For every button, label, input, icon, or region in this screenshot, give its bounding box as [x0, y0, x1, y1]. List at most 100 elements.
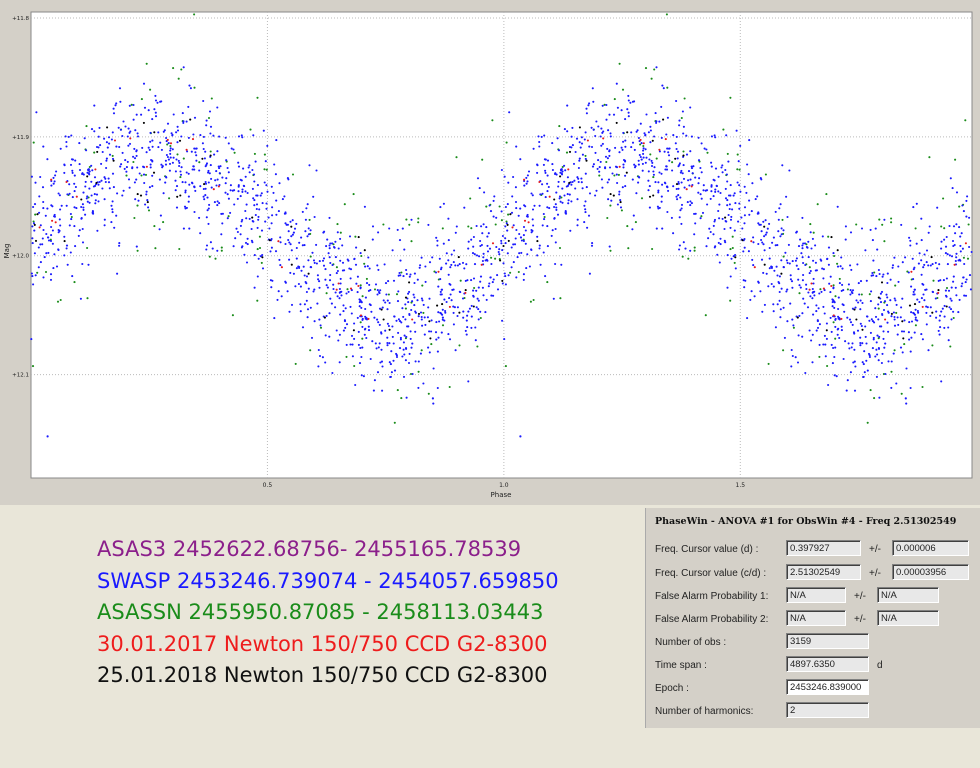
data-point: [411, 372, 414, 376]
data-point: [608, 245, 611, 248]
data-point: [895, 382, 898, 385]
data-point: [202, 135, 205, 138]
data-point: [865, 359, 868, 362]
data-point: [736, 153, 739, 156]
data-point: [59, 298, 62, 302]
data-point: [855, 223, 858, 226]
data-point: [485, 226, 488, 229]
data-point: [209, 132, 212, 135]
data-point: [754, 198, 757, 201]
data-point: [944, 245, 948, 248]
data-point: [463, 206, 466, 209]
data-point: [671, 169, 674, 172]
number-of-harmonics-field[interactable]: 2: [786, 702, 869, 718]
data-point: [393, 315, 396, 318]
data-point: [210, 97, 213, 100]
data-point: [439, 206, 442, 209]
data-point: [801, 256, 804, 259]
data-point: [455, 225, 458, 228]
data-point: [486, 235, 489, 238]
freq-cursor-cd-field[interactable]: 2.51302549: [786, 564, 861, 580]
time-span-field[interactable]: 4897.6350: [786, 656, 869, 672]
data-point: [324, 278, 327, 281]
data-point: [113, 226, 116, 229]
data-point: [388, 342, 391, 345]
data-point: [261, 256, 264, 259]
data-point: [850, 346, 853, 349]
data-point: [259, 194, 262, 197]
data-point: [128, 142, 132, 145]
data-point: [678, 244, 681, 247]
data-point: [32, 220, 35, 223]
freq-cursor-d-error-field[interactable]: 0.000006: [892, 540, 969, 556]
data-point: [427, 223, 430, 226]
data-point: [482, 252, 485, 255]
data-point: [810, 282, 813, 285]
freq-cursor-d-field[interactable]: 0.397927: [786, 540, 861, 556]
data-point: [767, 362, 770, 365]
data-point: [227, 215, 230, 218]
false-alarm-2-field[interactable]: N/A: [786, 610, 846, 626]
data-point: [53, 253, 56, 256]
data-point: [684, 247, 687, 250]
data-point: [621, 88, 625, 91]
data-point: [218, 202, 221, 205]
data-point: [46, 236, 50, 239]
data-point: [136, 249, 139, 252]
data-point: [525, 267, 528, 270]
data-point: [473, 263, 477, 266]
data-point: [880, 290, 884, 293]
data-point: [805, 283, 808, 286]
data-point: [465, 319, 468, 322]
number-of-obs-field[interactable]: 3159: [786, 633, 869, 649]
data-point: [405, 347, 408, 350]
data-point: [801, 216, 804, 219]
row-label: Time span :: [655, 660, 707, 671]
data-point: [830, 343, 833, 346]
data-point: [470, 279, 473, 282]
false-alarm-2-error-field[interactable]: N/A: [877, 610, 939, 626]
data-point: [515, 145, 518, 148]
data-point: [544, 169, 547, 172]
data-point: [413, 281, 416, 285]
x-axis-label: Phase: [491, 491, 512, 499]
data-point: [859, 299, 862, 302]
data-point: [556, 213, 560, 216]
data-point: [851, 323, 854, 326]
freq-cursor-cd-error-field[interactable]: 0.00003956: [892, 564, 969, 580]
data-point: [270, 246, 273, 249]
data-point: [472, 235, 475, 239]
data-point: [524, 242, 527, 245]
data-point: [859, 308, 862, 311]
epoch-input[interactable]: 2453246.839000: [786, 679, 869, 695]
data-point: [710, 161, 713, 164]
data-point: [348, 235, 352, 238]
data-point: [321, 259, 325, 262]
data-point: [115, 145, 118, 148]
data-point: [644, 67, 648, 70]
data-point: [277, 210, 280, 213]
phase-plot[interactable]: 0.5 1.0 1.5+11.8+11.9+12.0+12.1 Phase Mag: [0, 0, 980, 505]
data-point: [647, 179, 650, 182]
data-point: [529, 300, 532, 303]
data-point: [501, 249, 504, 252]
plot-area[interactable]: [30, 11, 973, 479]
data-point: [431, 256, 434, 259]
data-point: [664, 138, 667, 141]
data-point: [922, 293, 925, 296]
data-point: [47, 251, 50, 254]
data-point: [757, 242, 760, 246]
data-point: [112, 107, 115, 110]
data-point: [607, 129, 610, 132]
data-point: [47, 239, 51, 242]
data-point: [345, 343, 348, 346]
data-point: [675, 195, 678, 198]
data-point: [419, 264, 422, 267]
false-alarm-1-field[interactable]: N/A: [786, 587, 846, 603]
data-point: [377, 268, 380, 271]
data-point: [676, 157, 679, 160]
data-point: [761, 310, 764, 313]
data-point: [208, 110, 212, 113]
false-alarm-1-error-field[interactable]: N/A: [877, 587, 939, 603]
data-point: [220, 212, 223, 215]
